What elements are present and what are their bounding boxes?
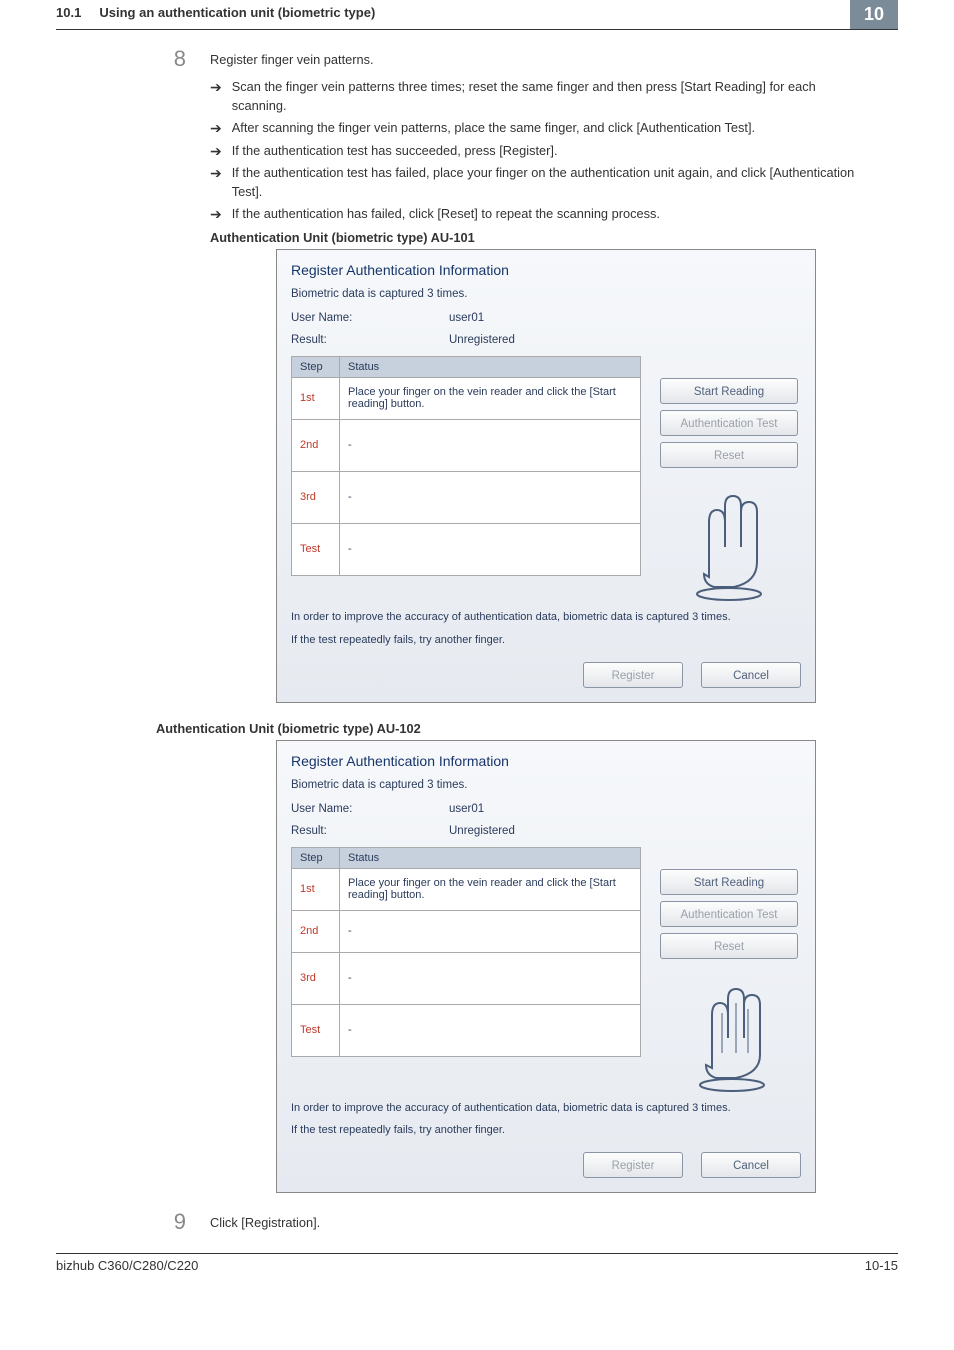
dialog-title: Register Authentication Information	[291, 262, 801, 278]
status-table: Step Status 1st Place your finger on the…	[291, 847, 641, 1057]
dialog-note2: If the test repeatedly fails, try anothe…	[291, 1123, 801, 1138]
bullet-text: After scanning the finger vein patterns,…	[232, 119, 755, 138]
col-status: Status	[340, 356, 641, 377]
header-left: 10.1 Using an authentication unit (biome…	[56, 5, 375, 24]
step-text-9: Click [Registration].	[210, 1211, 874, 1230]
user-name-value: user01	[449, 803, 484, 815]
step-text-8: Register finger vein patterns.	[210, 48, 874, 67]
bullet-text: Scan the finger vein patterns three time…	[232, 78, 874, 115]
reset-button[interactable]: Reset	[660, 933, 798, 959]
row2-step: 2nd	[292, 419, 340, 471]
result-value: Unregistered	[449, 825, 515, 837]
section-number: 10.1	[56, 5, 81, 20]
bullet-text: If the authentication test has succeeded…	[232, 142, 558, 161]
chapter-badge: 10	[850, 0, 898, 29]
arrow-icon: ➔	[210, 142, 222, 161]
row4-status: -	[340, 523, 641, 575]
row4-step: Test	[292, 1004, 340, 1056]
hand-illustration-102	[684, 973, 774, 1093]
user-name-label: User Name:	[291, 312, 381, 324]
section-title: Using an authentication unit (biometric …	[99, 5, 375, 20]
dialog-au101: Register Authentication Information Biom…	[276, 249, 816, 703]
result-value: Unregistered	[449, 334, 515, 346]
row4-step: Test	[292, 523, 340, 575]
row3-status: -	[340, 471, 641, 523]
dialog-au102: Register Authentication Information Biom…	[276, 740, 816, 1194]
dialog-note1: In order to improve the accuracy of auth…	[291, 610, 801, 625]
row1-step: 1st	[292, 377, 340, 419]
row3-step: 3rd	[292, 952, 340, 1004]
hand-illustration-101	[684, 482, 774, 602]
arrow-icon: ➔	[210, 78, 222, 115]
cancel-button[interactable]: Cancel	[701, 662, 801, 688]
authentication-test-button[interactable]: Authentication Test	[660, 901, 798, 927]
step-number-8: 8	[156, 48, 186, 70]
row3-step: 3rd	[292, 471, 340, 523]
start-reading-button[interactable]: Start Reading	[660, 869, 798, 895]
reset-button[interactable]: Reset	[660, 442, 798, 468]
footer-model: bizhub C360/C280/C220	[56, 1258, 198, 1273]
col-status: Status	[340, 847, 641, 868]
result-label: Result:	[291, 825, 381, 837]
footer-page: 10-15	[865, 1258, 898, 1273]
user-name-label: User Name:	[291, 803, 381, 815]
row4-status: -	[340, 1004, 641, 1056]
register-button[interactable]: Register	[583, 662, 683, 688]
row2-status: -	[340, 419, 641, 471]
arrow-icon: ➔	[210, 205, 222, 224]
bullet-text: If the authentication has failed, click …	[232, 205, 660, 224]
row2-step: 2nd	[292, 910, 340, 952]
status-table: Step Status 1st Place your finger on the…	[291, 356, 641, 576]
user-name-value: user01	[449, 312, 484, 324]
row3-status: -	[340, 952, 641, 1004]
dialog-note2: If the test repeatedly fails, try anothe…	[291, 633, 801, 648]
start-reading-button[interactable]: Start Reading	[660, 378, 798, 404]
col-step: Step	[292, 847, 340, 868]
dialog-intro: Biometric data is captured 3 times.	[291, 288, 801, 300]
caption-au102: Authentication Unit (biometric type) AU-…	[156, 721, 874, 736]
row1-step: 1st	[292, 868, 340, 910]
authentication-test-button[interactable]: Authentication Test	[660, 410, 798, 436]
arrow-icon: ➔	[210, 164, 222, 201]
result-label: Result:	[291, 334, 381, 346]
row1-status: Place your finger on the vein reader and…	[340, 868, 641, 910]
step-number-9: 9	[156, 1211, 186, 1233]
row2-status: -	[340, 910, 641, 952]
dialog-intro: Biometric data is captured 3 times.	[291, 779, 801, 791]
register-button[interactable]: Register	[583, 1152, 683, 1178]
caption-au101: Authentication Unit (biometric type) AU-…	[210, 230, 874, 245]
dialog-title: Register Authentication Information	[291, 753, 801, 769]
cancel-button[interactable]: Cancel	[701, 1152, 801, 1178]
arrow-icon: ➔	[210, 119, 222, 138]
col-step: Step	[292, 356, 340, 377]
bullet-text: If the authentication test has failed, p…	[232, 164, 874, 201]
row1-status: Place your finger on the vein reader and…	[340, 377, 641, 419]
dialog-note1: In order to improve the accuracy of auth…	[291, 1101, 801, 1116]
